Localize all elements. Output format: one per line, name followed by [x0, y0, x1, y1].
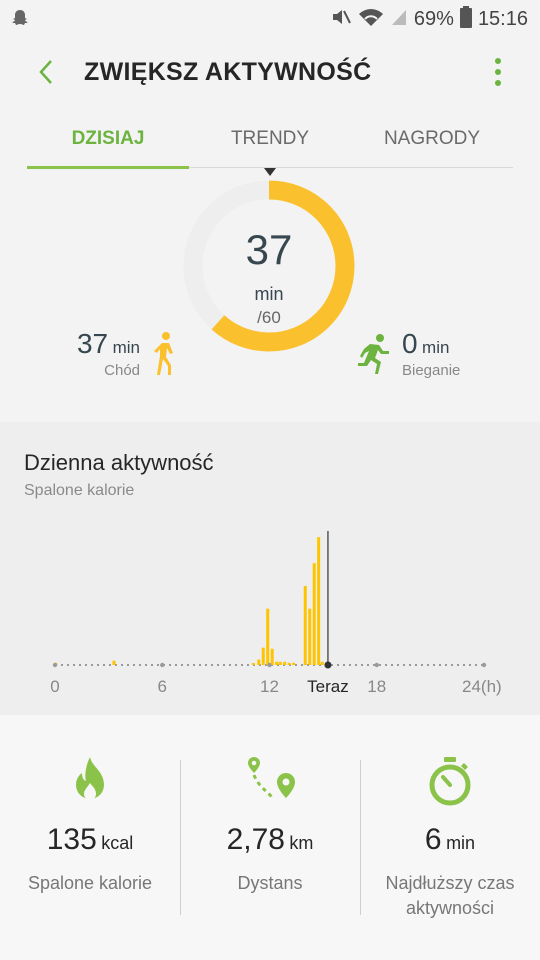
chart-tick-dot	[481, 662, 487, 668]
stat-distance: 2,78 km Dystans	[180, 715, 360, 960]
chart-bar	[320, 661, 324, 665]
distance-value: 2,78	[226, 823, 285, 856]
walk-label: Chód	[104, 362, 140, 379]
longest-activity-unit: min	[446, 833, 476, 853]
chart-bar	[266, 608, 270, 665]
chart-tick-dot	[160, 662, 165, 668]
page-title: ZWIĘKSZ AKTYWNOŚĆ	[84, 58, 372, 86]
run-minutes: 0	[402, 328, 418, 359]
active-minutes-goal: /60	[257, 308, 281, 327]
distance-label: Dystans	[237, 873, 303, 893]
longest-activity-label-line2: aktywności	[405, 898, 495, 918]
chart-tick-label: 12	[260, 677, 279, 696]
longest-activity-label: Najdłuższy czas aktywności	[360, 871, 540, 921]
distance-unit: km	[289, 833, 314, 853]
battery-icon	[459, 5, 472, 33]
chart-bar	[270, 648, 274, 665]
tab-today[interactable]: DZISIAJ	[27, 118, 189, 169]
chart-tick-dot	[374, 662, 379, 668]
calories-label: Spalone kalorie	[27, 873, 153, 893]
clock: 15:16	[477, 7, 528, 30]
app-header: ZWIĘKSZ AKTYWNOŚĆ	[0, 38, 540, 110]
longest-activity-value: 6	[424, 823, 442, 856]
active-minutes-unit: min	[254, 284, 284, 304]
activity-summary: 37 min /60 37 min Chód 0 min Bieganie	[0, 168, 540, 420]
walking-icon	[152, 332, 178, 381]
wifi-icon	[358, 7, 384, 32]
stopwatch-icon	[426, 755, 474, 807]
chart-bar	[261, 647, 265, 665]
walk-unit: min	[112, 338, 140, 357]
chart-bar	[292, 662, 296, 665]
chart-bar	[278, 661, 282, 665]
run-unit: min	[422, 338, 450, 357]
calories-unit: kcal	[101, 833, 134, 853]
walk-minutes: 37	[76, 328, 109, 359]
chart-bar	[308, 608, 312, 665]
tab-rewards[interactable]: NAGRODY	[351, 118, 513, 167]
chart-bar	[251, 663, 255, 665]
status-bar: 69% 15:16	[0, 0, 540, 38]
chart-bar	[287, 662, 291, 665]
stats-panel: 135 kcal Spalone kalorie 2,78 km Dystans	[0, 715, 540, 960]
calories-bar-chart: 0 6 12 Teraz 18 24(h)	[50, 531, 502, 696]
stat-calories: 135 kcal Spalone kalorie	[0, 715, 180, 960]
snapchat-icon	[10, 8, 30, 33]
running-icon	[356, 334, 390, 379]
chart-bar	[257, 659, 261, 665]
chart-tick-label: 24(h)	[462, 677, 502, 696]
chart-bar	[303, 585, 307, 665]
stat-longest-activity: 6 min Najdłuższy czas aktywności	[360, 715, 540, 960]
signal-icon	[390, 7, 408, 32]
chart-bar	[283, 661, 287, 665]
chart-bar	[312, 563, 316, 665]
daily-activity-card[interactable]: Dzienna aktywność Spalone kalorie 0 6 12 Te…	[0, 422, 540, 715]
chart-tick-label: 0	[50, 677, 59, 696]
chart-tick-label: 6	[158, 677, 167, 696]
run-label: Bieganie	[402, 362, 461, 379]
tab-trends[interactable]: TRENDY	[189, 118, 351, 167]
calories-value: 135	[46, 823, 97, 856]
active-minutes-value: 37	[245, 226, 293, 273]
chart-bar	[112, 660, 116, 665]
chart-bar	[317, 537, 321, 665]
flame-icon	[66, 755, 114, 807]
battery-percent: 69%	[413, 7, 454, 30]
chart-tick-dot	[267, 662, 272, 668]
more-options-button[interactable]	[486, 52, 510, 92]
route-icon	[246, 755, 295, 807]
chart-bar	[275, 661, 279, 665]
chevron-left-icon	[39, 60, 52, 84]
chart-tick-label: 18	[367, 677, 386, 696]
chart-tick-label: Teraz	[307, 677, 349, 696]
tab-bar: DZISIAJ TRENDY NAGRODY	[27, 118, 513, 169]
walk-summary: 37 min Chód	[70, 328, 220, 388]
longest-activity-label-line1: Najdłuższy czas	[385, 873, 515, 893]
chart-tick-dot	[52, 662, 58, 668]
mute-icon	[330, 7, 352, 32]
back-button[interactable]	[26, 52, 66, 92]
tab-pointer	[264, 168, 276, 176]
run-summary-value: 0 min	[402, 328, 449, 360]
chart-tick-dot	[324, 661, 332, 669]
